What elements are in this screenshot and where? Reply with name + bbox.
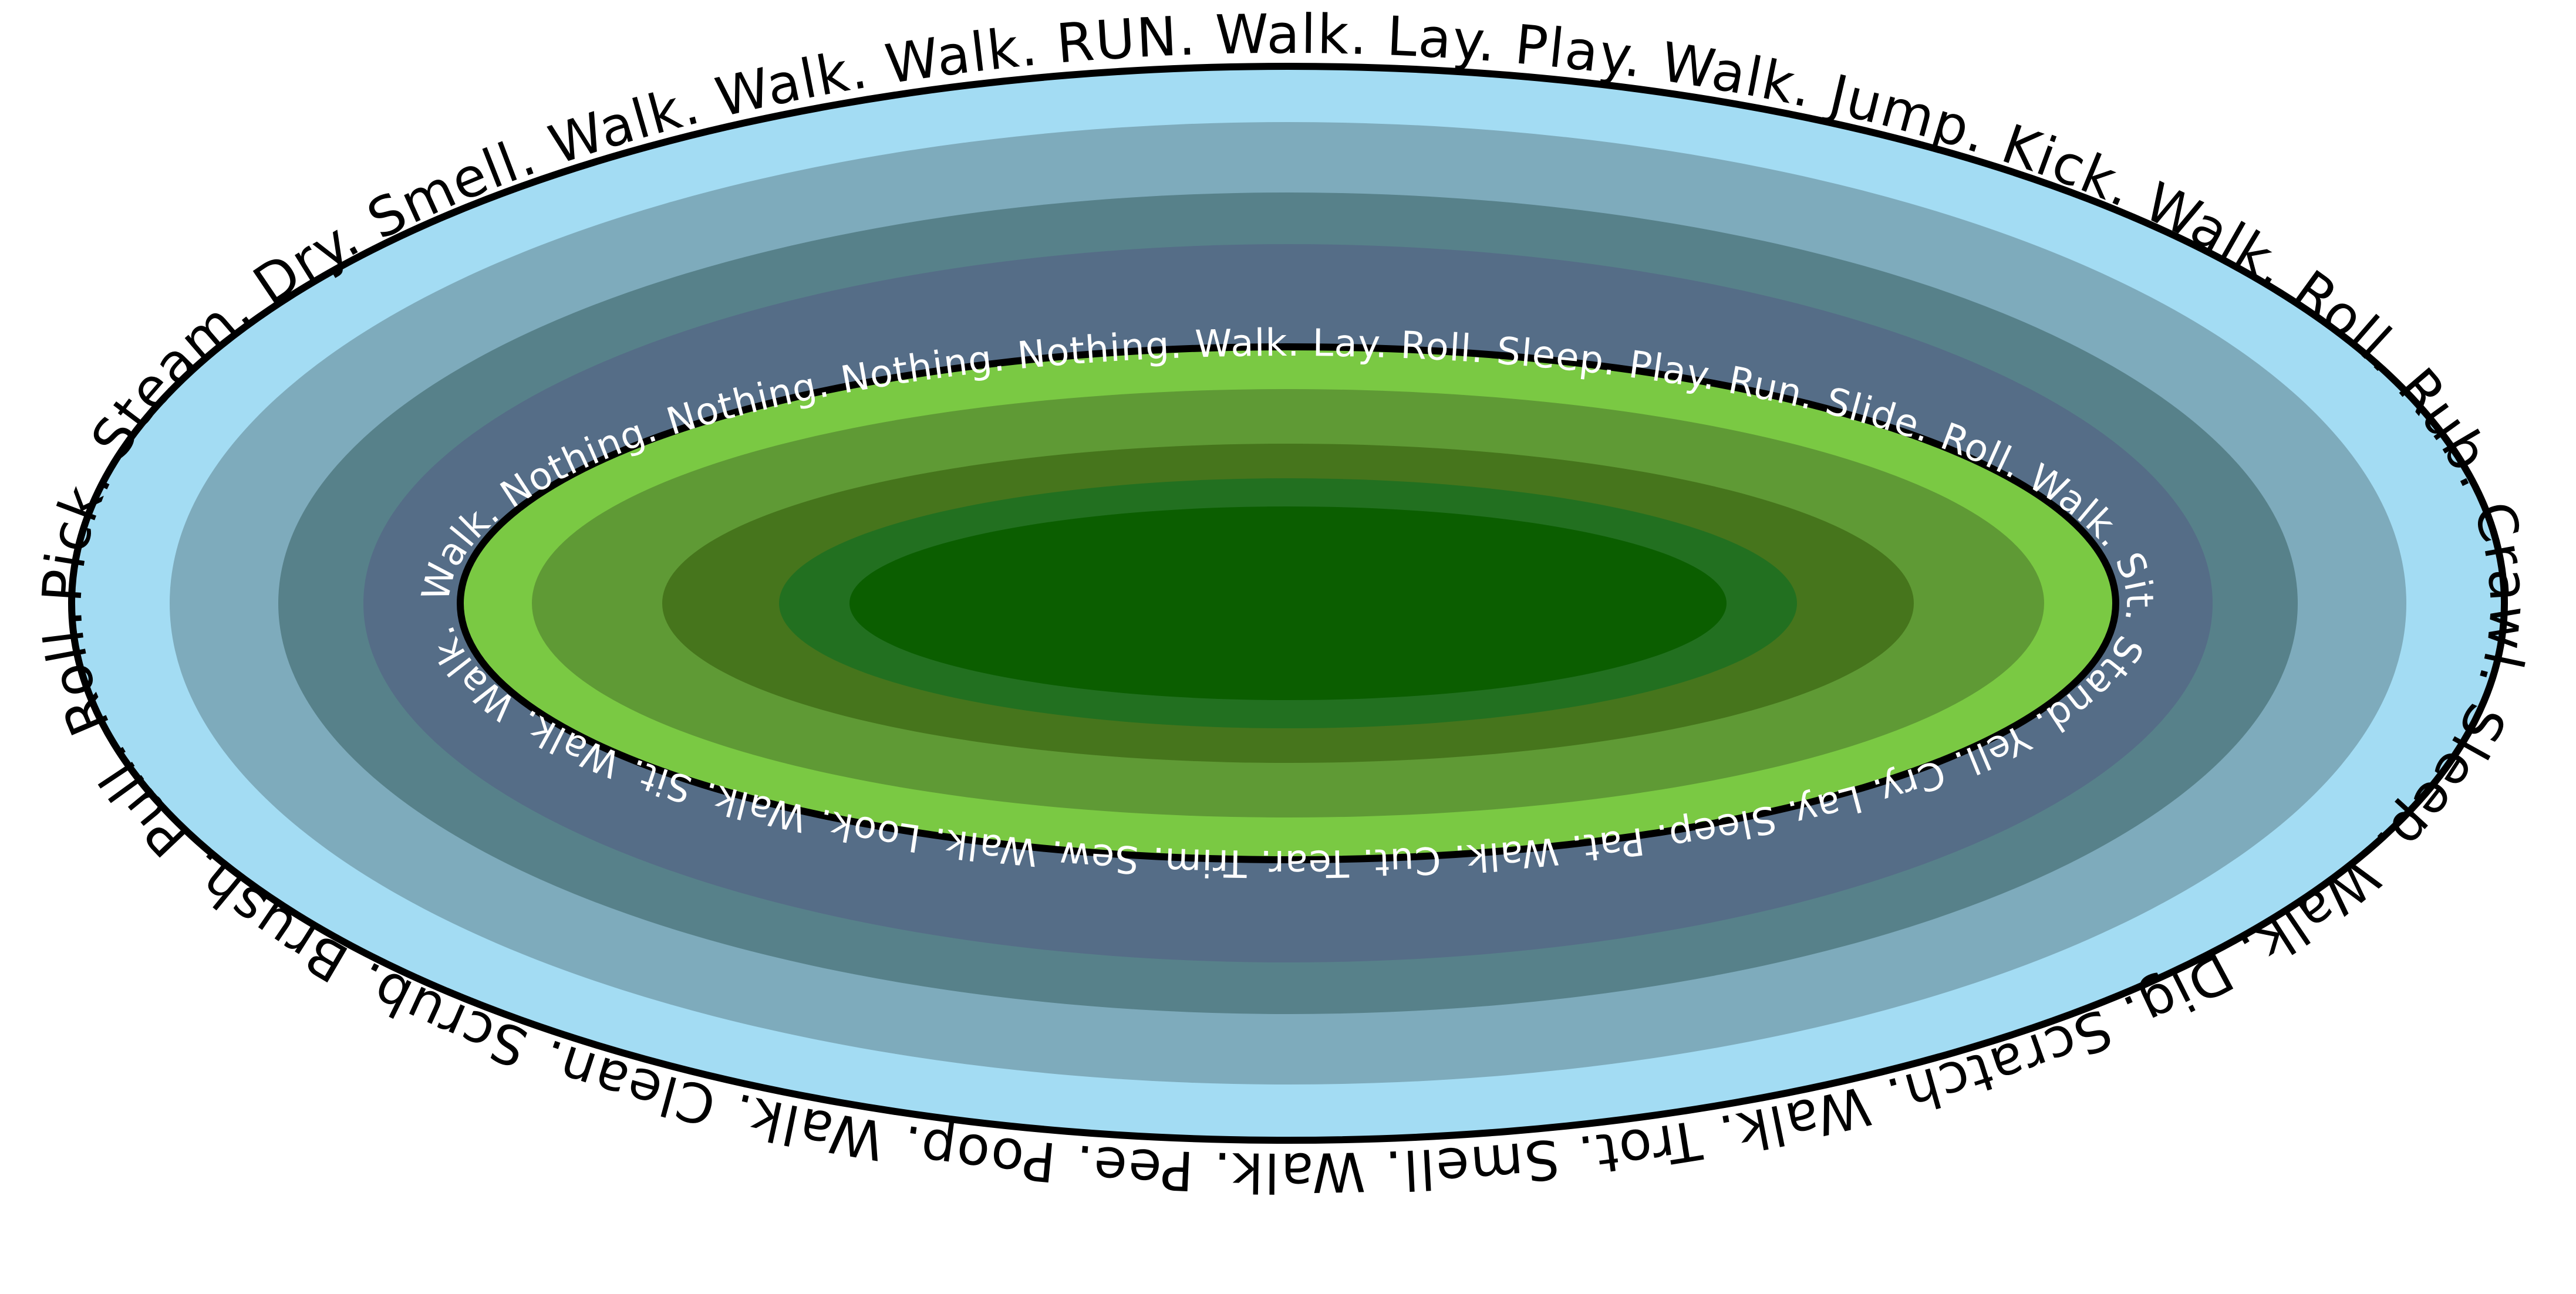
inner-band-5 [849, 506, 1727, 700]
concentric-ellipse-diagram: Pick. Steam. Dry. Smell. Walk. Walk. Wal… [0, 0, 2540, 1204]
